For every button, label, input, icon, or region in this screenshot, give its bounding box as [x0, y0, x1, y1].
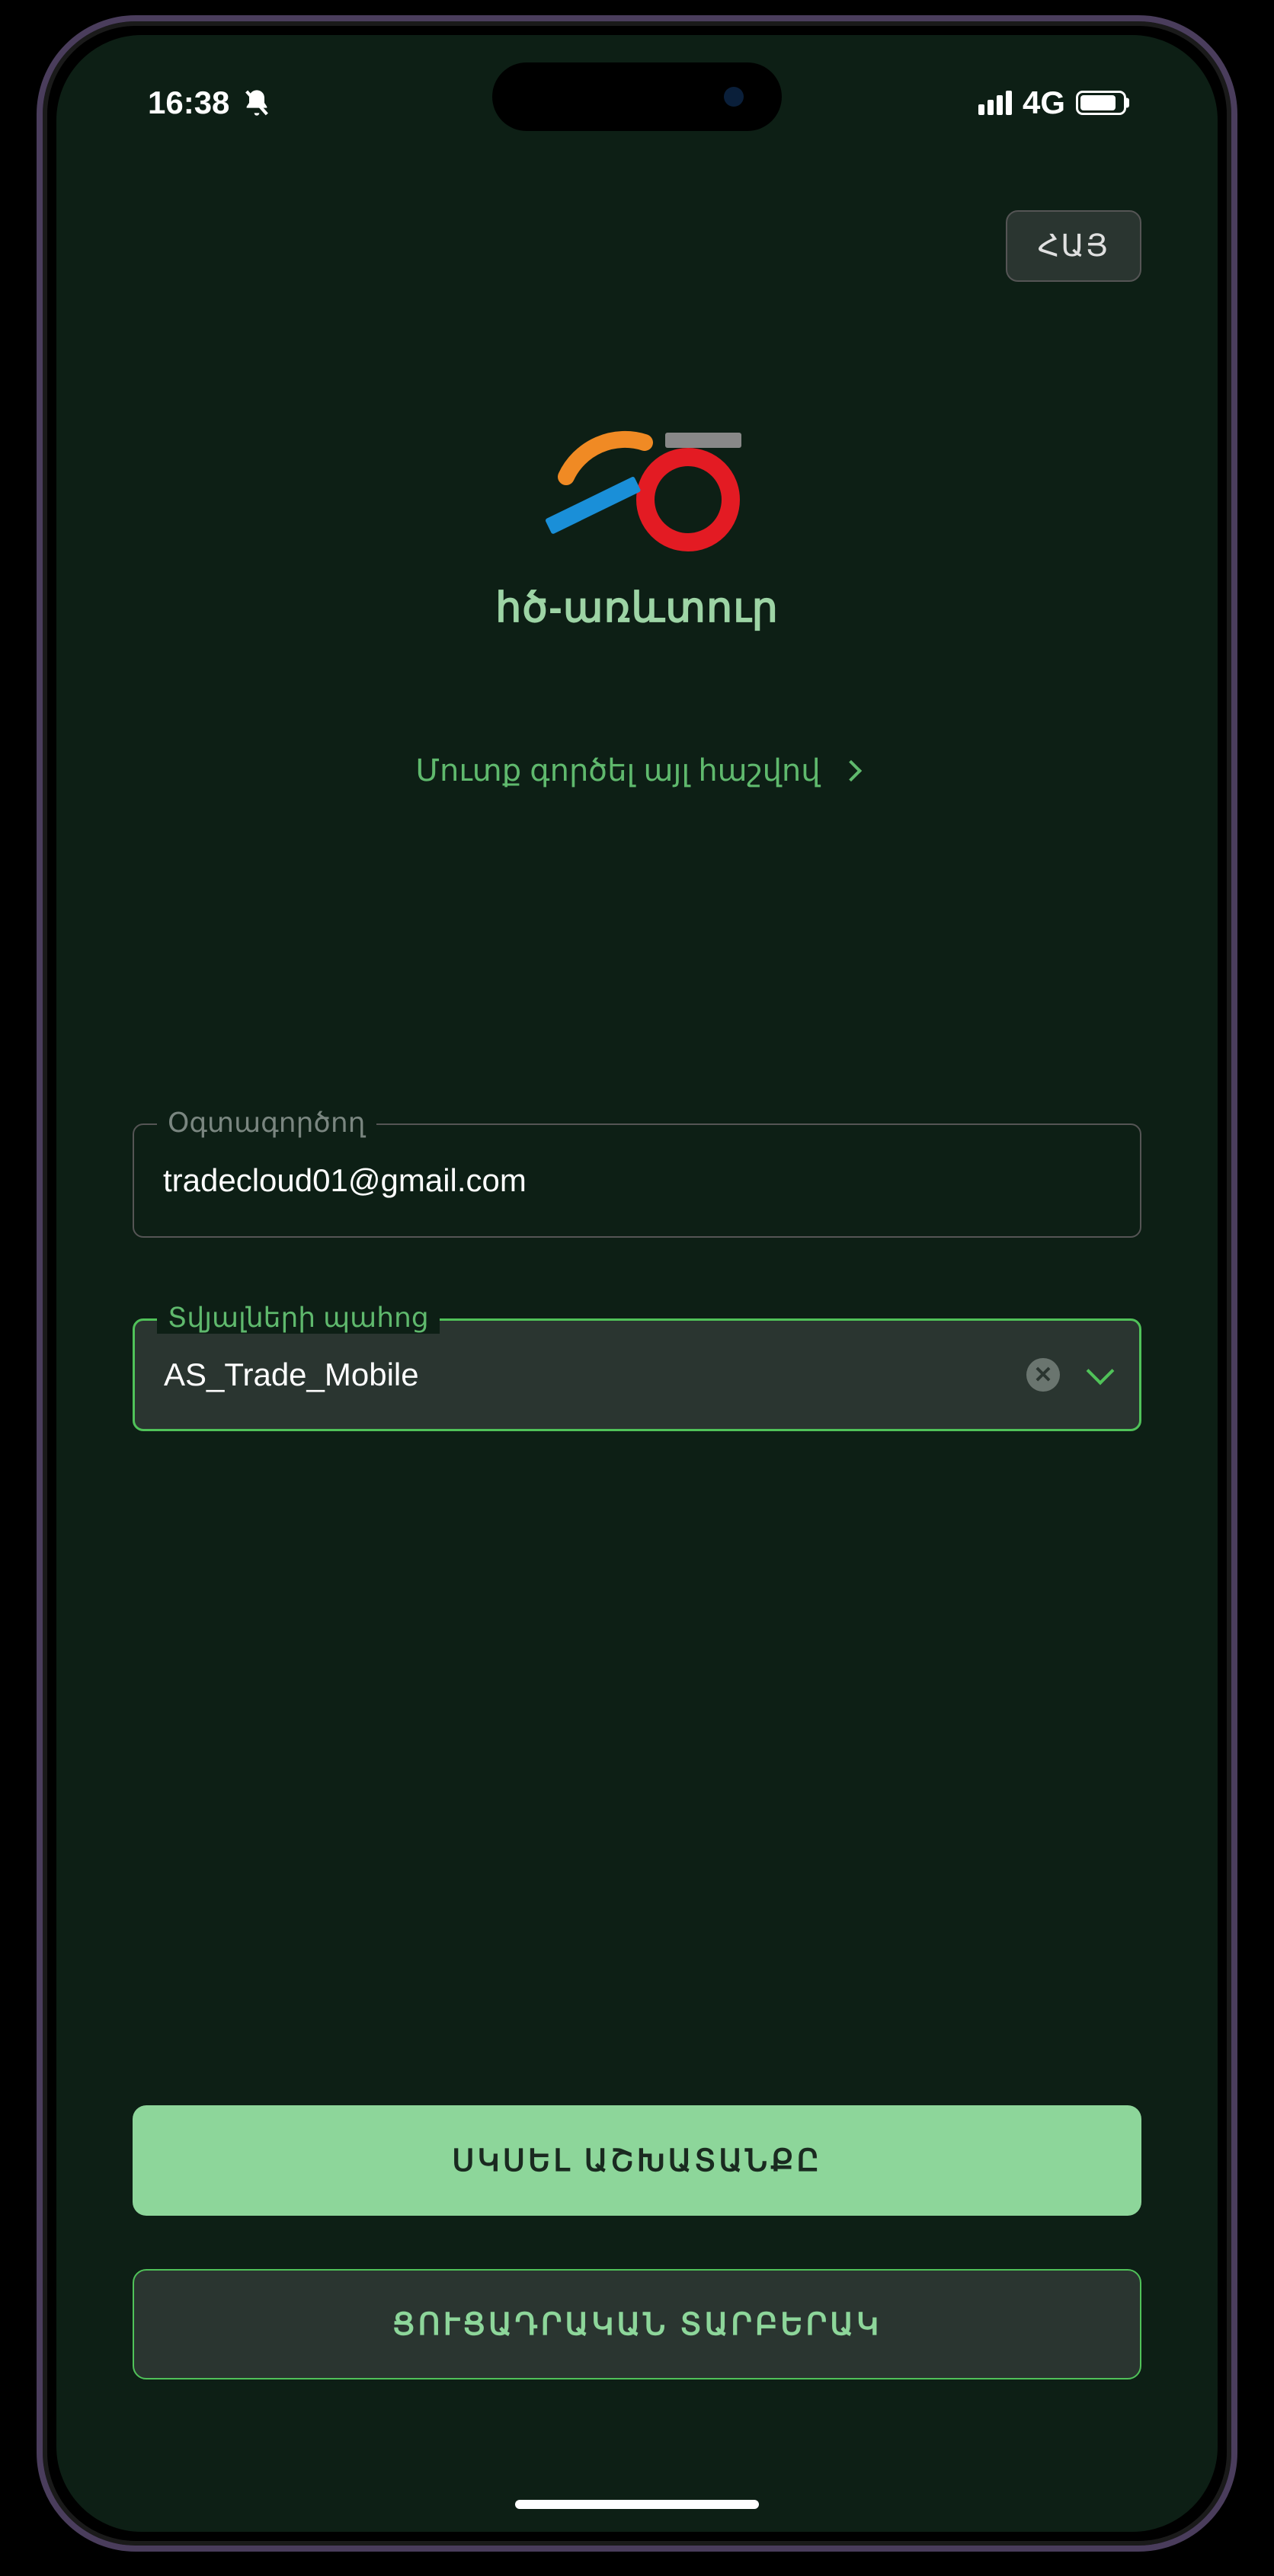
- db-field: Տվյալների պահոց AS_Trade_Mobile ✕: [133, 1318, 1141, 1431]
- db-field-label: Տվյալների պահոց: [157, 1302, 440, 1334]
- db-select-value: AS_Trade_Mobile: [164, 1357, 419, 1393]
- app-title: հծ-առևտուր: [495, 583, 779, 631]
- db-select[interactable]: AS_Trade_Mobile ✕: [133, 1318, 1141, 1431]
- volume-up: [37, 631, 43, 775]
- signal-icon: [978, 91, 1012, 115]
- mute-switch: [37, 478, 43, 547]
- status-time: 16:38: [148, 85, 229, 121]
- network-label: 4G: [1023, 85, 1065, 121]
- home-indicator[interactable]: [515, 2500, 759, 2509]
- start-button[interactable]: ՍԿՍԵԼ ԱՇԽԱՏԱՆՔԸ: [133, 2105, 1141, 2216]
- demo-button[interactable]: ՑՈՒՑԱԴՐԱԿԱՆ ՏԱՐԲԵՐԱԿ: [133, 2269, 1141, 2379]
- battery-icon: [1076, 91, 1126, 115]
- alt-login-label: Մուտք գործել այլ հաշվով: [415, 753, 820, 788]
- volume-down: [37, 813, 43, 958]
- chevron-right-icon: [840, 760, 861, 781]
- dynamic-island: [492, 62, 782, 131]
- screen: 16:38 4G ՀԱՅ: [56, 35, 1218, 2532]
- app-logo-icon: [519, 401, 755, 553]
- power-button: [1231, 775, 1237, 1004]
- language-button[interactable]: ՀԱՅ: [1006, 210, 1141, 282]
- user-input[interactable]: [133, 1123, 1141, 1238]
- phone-frame: 16:38 4G ՀԱՅ: [37, 15, 1237, 2552]
- bell-silent-icon: [242, 88, 272, 118]
- user-field: Օգտագործող: [133, 1123, 1141, 1238]
- clear-icon[interactable]: ✕: [1026, 1358, 1060, 1392]
- user-field-label: Օգտագործող: [157, 1107, 376, 1139]
- alt-login-link[interactable]: Մուտք գործել այլ հաշվով: [56, 753, 1218, 788]
- chevron-down-icon: [1087, 1357, 1115, 1385]
